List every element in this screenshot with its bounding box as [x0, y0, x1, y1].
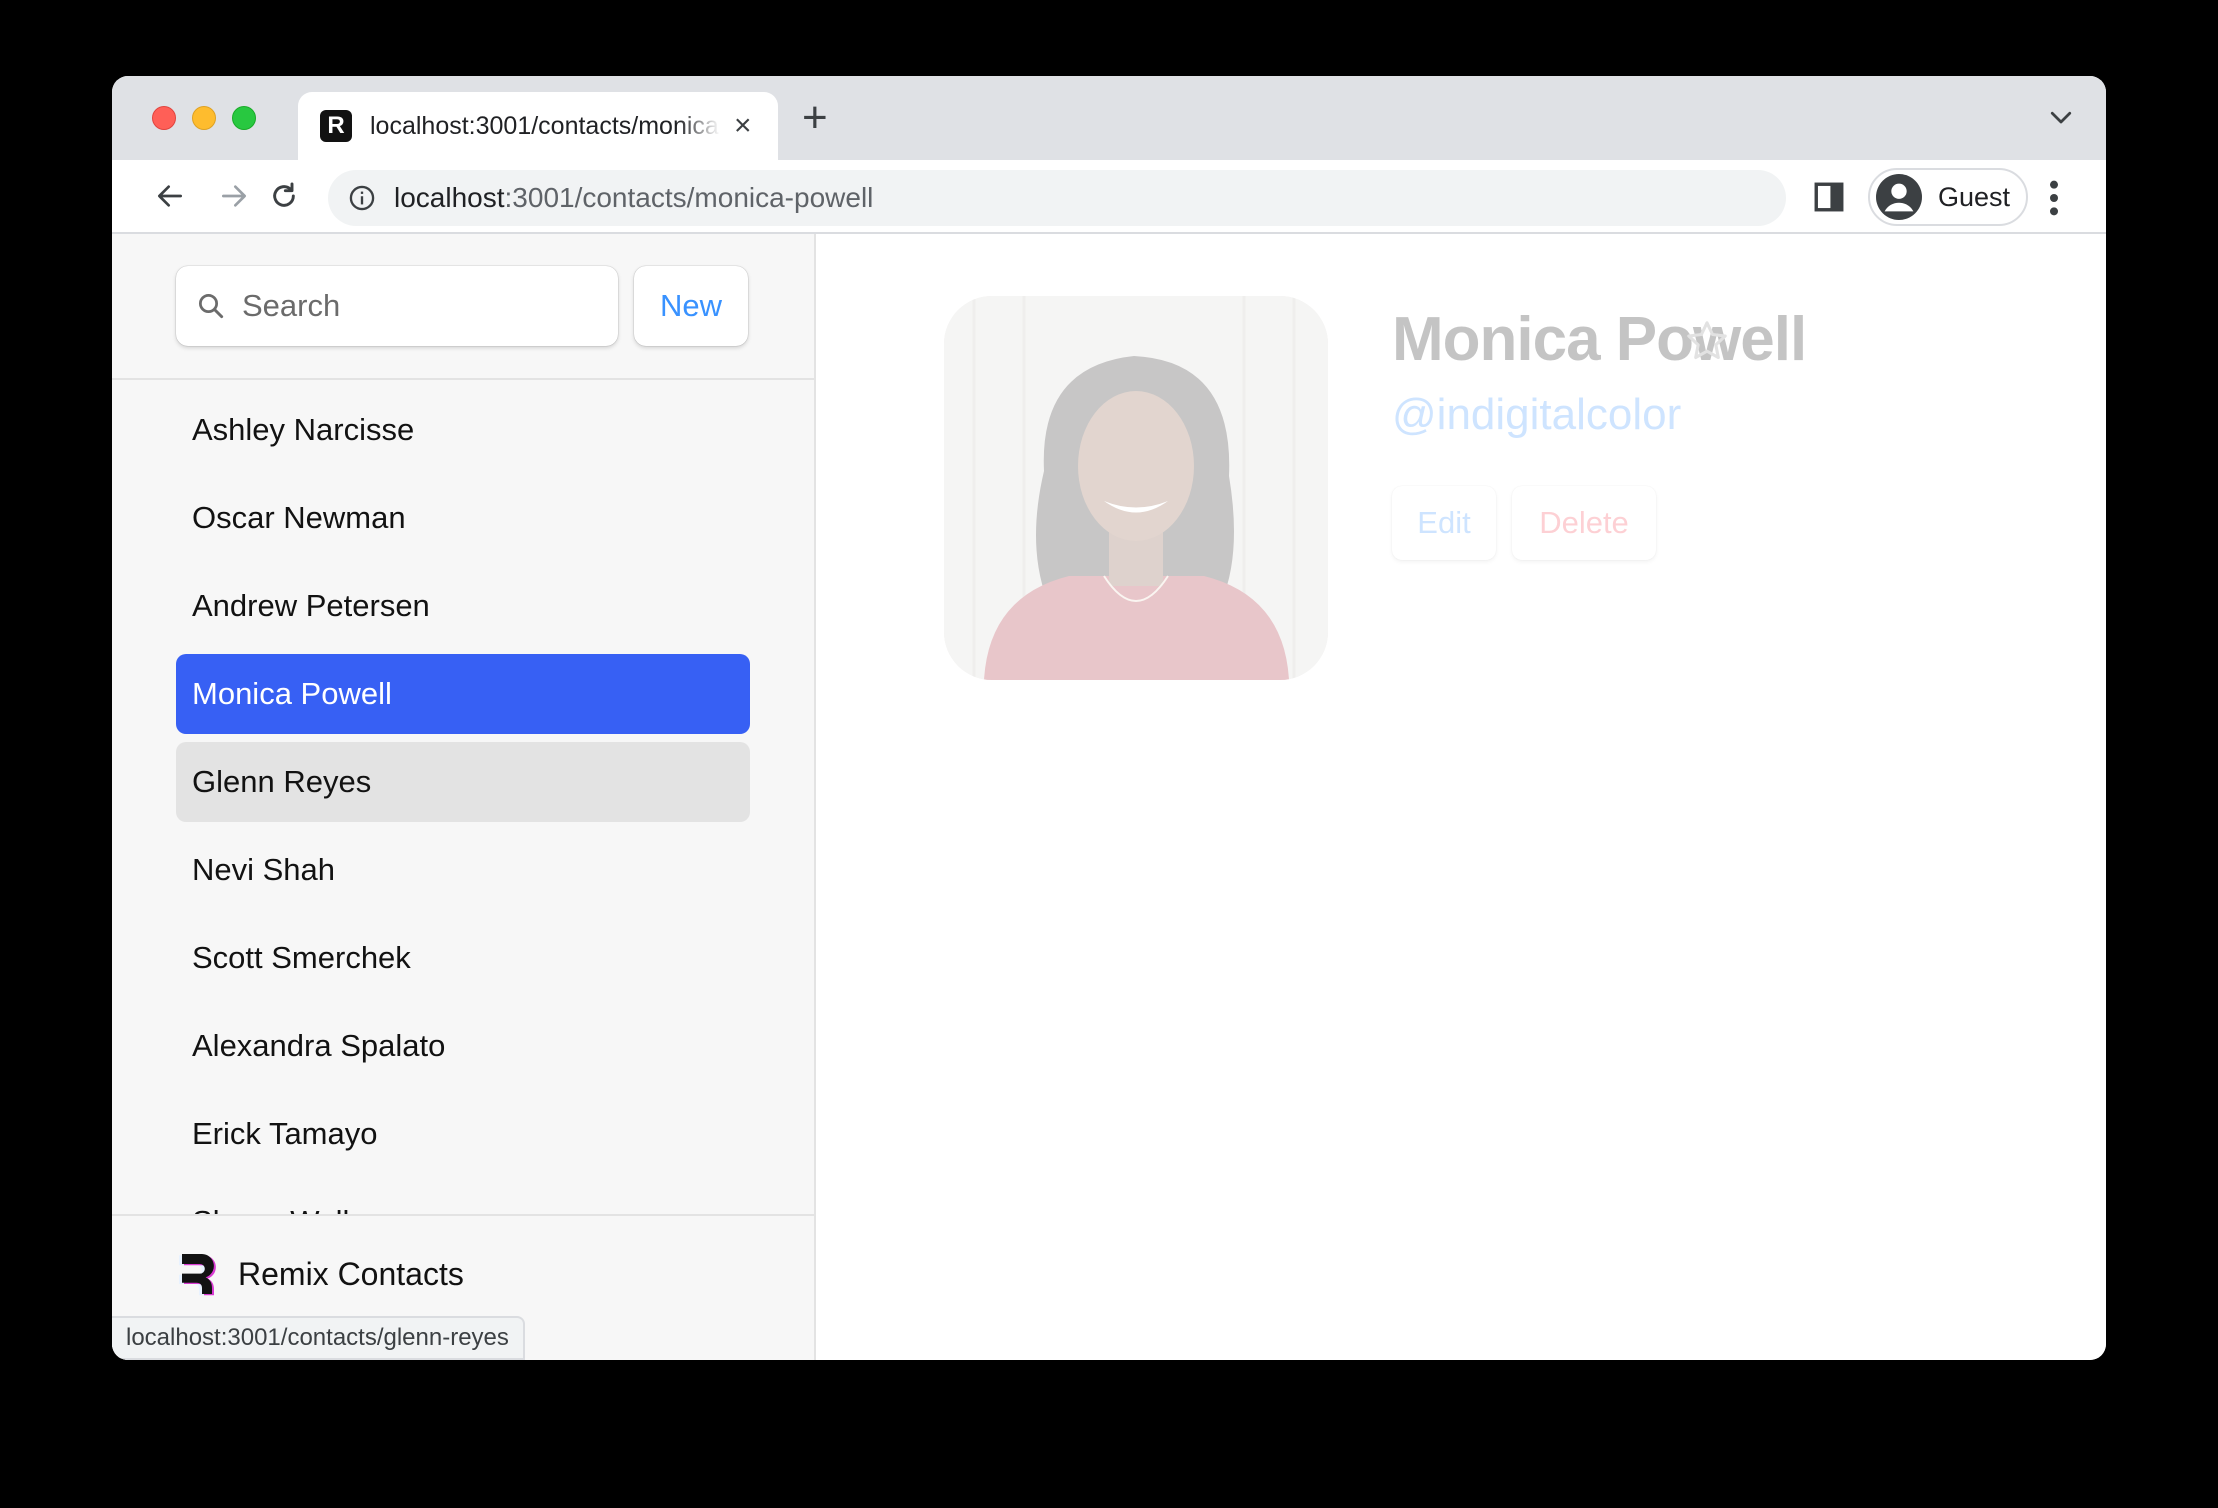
remix-favicon-icon: R — [320, 110, 352, 142]
star-icon[interactable] — [1684, 318, 1730, 364]
minimize-window-button[interactable] — [192, 106, 216, 130]
twitter-handle-link[interactable]: @indigitalcolor — [1392, 390, 1681, 440]
contact-list-item[interactable]: Erick Tamayo — [176, 1094, 750, 1174]
brand-link[interactable]: Remix Contacts — [176, 1250, 464, 1298]
kebab-menu-icon[interactable] — [2046, 178, 2062, 218]
close-window-button[interactable] — [152, 106, 176, 130]
url-host: localhost — [394, 182, 505, 213]
search-box[interactable] — [176, 266, 618, 346]
contact-list-item[interactable]: Nevi Shah — [176, 830, 750, 910]
contact-list-item[interactable]: Scott Smerchek — [176, 918, 750, 998]
remix-logo-icon — [179, 1254, 216, 1296]
contact-list-item[interactable]: Monica Powell — [176, 654, 750, 734]
sidebar-header: New — [112, 234, 814, 380]
sidebar: New Ashley NarcisseOscar NewmanAndrew Pe… — [112, 234, 816, 1360]
new-tab-icon[interactable]: + — [802, 96, 828, 140]
contact-list: Ashley Narcisse Oscar Newman Andrew Peters… — [176, 382, 750, 1214]
brand-name: Remix Contacts — [238, 1255, 464, 1292]
contact-list-item[interactable]: Alexandra Spalato — [176, 1006, 750, 1086]
address-bar[interactable]: localhost:3001/contacts/monica-powell — [328, 170, 1786, 226]
edit-button[interactable]: Edit — [1392, 486, 1496, 560]
search-icon — [199, 294, 224, 319]
info-icon[interactable] — [348, 184, 376, 212]
contact-list-item[interactable]: Oscar Newman — [176, 478, 750, 558]
status-url-bubble: localhost:3001/contacts/glenn-reyes — [112, 1316, 525, 1360]
side-panel-icon[interactable] — [1812, 180, 1846, 214]
tab-strip: R localhost:3001/contacts/monica-powell … — [112, 76, 2106, 160]
forward-arrow-icon[interactable] — [214, 176, 254, 216]
search-input[interactable] — [242, 288, 602, 324]
browser-toolbar: localhost:3001/contacts/monica-powell Gu… — [112, 160, 2106, 234]
profile-label: Guest — [1938, 181, 2011, 212]
profile-button[interactable]: Guest — [1868, 168, 2028, 226]
contact-list-item[interactable]: Andrew Petersen — [176, 566, 750, 646]
contact-list-item[interactable]: Shane Walker — [176, 1182, 750, 1214]
contact-list-item[interactable]: Glenn Reyes — [176, 742, 750, 822]
chevron-down-icon[interactable] — [2046, 102, 2076, 132]
back-arrow-icon[interactable] — [150, 176, 190, 216]
reload-icon[interactable] — [264, 176, 304, 216]
maximize-window-button[interactable] — [232, 106, 256, 130]
url-path: :3001/contacts/monica-powell — [504, 182, 874, 213]
delete-button[interactable]: Delete — [1512, 486, 1656, 560]
browser-tab[interactable]: R localhost:3001/contacts/monica-powell … — [298, 92, 778, 160]
browser-window: R localhost:3001/contacts/monica-powell … — [112, 76, 2106, 1360]
new-contact-button[interactable]: New — [634, 266, 748, 346]
contact-list-item[interactable]: Ashley Narcisse — [176, 390, 750, 470]
close-tab-icon[interactable]: × — [734, 111, 752, 141]
tab-title: localhost:3001/contacts/monica-powell — [370, 111, 720, 140]
page-content: New Ashley NarcisseOscar NewmanAndrew Pe… — [112, 234, 2106, 1360]
avatar-icon — [1876, 174, 1922, 220]
contact-name: Monica Powell — [1392, 305, 1807, 374]
contact-avatar — [944, 296, 1328, 680]
